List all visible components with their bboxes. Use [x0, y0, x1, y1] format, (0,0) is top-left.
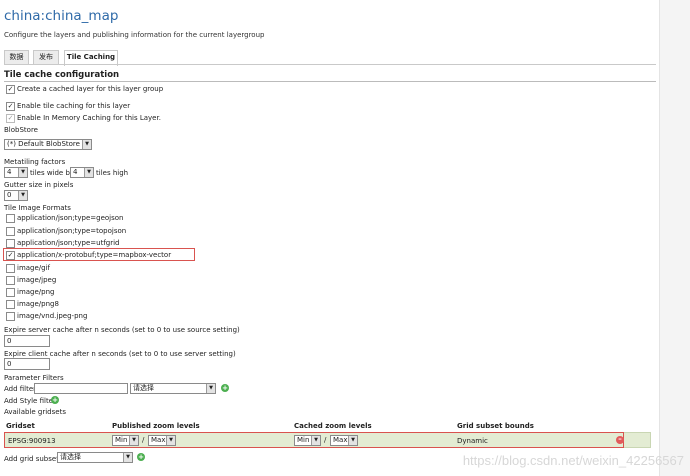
add-grid-subset-select[interactable]: 请选择 ▼ [57, 452, 133, 463]
blobstore-select[interactable]: (*) Default BlobStore ▼ [4, 139, 92, 150]
add-grid-subset-label: Add grid subset: [4, 455, 62, 463]
metatile-wide-value: 4 [7, 168, 12, 176]
format-label-utfgrid: application/json;type=utfgrid [17, 239, 120, 247]
cached-max-value: Max [333, 436, 348, 444]
create-cached-layer-checkbox[interactable]: ✓ [6, 85, 15, 94]
chevron-down-icon: ▼ [18, 168, 27, 177]
tab-divider [4, 64, 656, 65]
format-label-png: image/png [17, 288, 55, 296]
format-checkbox-png8[interactable] [6, 300, 15, 309]
format-label-geojson: application/json;type=geojson [17, 214, 124, 222]
add-grid-subset-value: 请选择 [60, 453, 81, 461]
expire-client-label: Expire client cache after n seconds (set… [4, 350, 236, 358]
plus-circle-icon[interactable]: + [51, 396, 59, 404]
watermark: https://blog.csdn.net/weixin_42256567 [462, 453, 684, 468]
tiles-wide-by-label: tiles wide by [30, 169, 75, 177]
expire-server-label: Expire server cache after n seconds (set… [4, 326, 240, 334]
tiles-high-label: tiles high [96, 169, 129, 177]
published-zoom-header: Published zoom levels [112, 422, 200, 430]
format-label-topojson: application/json;type=topojson [17, 227, 127, 235]
chevron-down-icon: ▼ [123, 453, 132, 462]
format-label-png8: image/png8 [17, 300, 59, 308]
blobstore-value: (*) Default BlobStore [7, 140, 80, 148]
metatile-high-select[interactable]: 4 ▼ [70, 167, 94, 178]
format-checkbox-jpeg[interactable] [6, 276, 15, 285]
enable-tile-caching-checkbox[interactable]: ✓ [6, 102, 15, 111]
chevron-down-icon: ▼ [129, 436, 138, 445]
gutter-select[interactable]: 0 ▼ [4, 190, 28, 201]
format-label-vnd-jpeg-png: image/vnd.jpeg-png [17, 312, 88, 320]
page-title: china:china_map [4, 8, 119, 24]
format-label-jpeg: image/jpeg [17, 276, 57, 284]
format-label-gif: image/gif [17, 264, 51, 272]
chevron-down-icon: ▼ [18, 191, 27, 200]
format-checkbox-gif[interactable] [6, 264, 15, 273]
format-checkbox-utfgrid[interactable] [6, 239, 15, 248]
metatiling-label: Metatiling factors [4, 158, 66, 166]
chevron-down-icon: ▼ [311, 436, 320, 445]
gridset-header: Gridset [6, 422, 35, 430]
add-filter-select[interactable]: 请选择 ▼ [130, 383, 216, 394]
tab-publish[interactable]: 发布 [33, 50, 59, 65]
formats-label: Tile Image Formats [4, 204, 71, 212]
cached-zoom-header: Cached zoom levels [294, 422, 372, 430]
grid-bounds-header: Grid subset bounds [457, 422, 534, 430]
cached-min-value: Min [297, 436, 310, 444]
cached-slash: / [324, 436, 327, 444]
section-divider [4, 81, 656, 82]
format-checkbox-vnd-jpeg-png[interactable] [6, 312, 15, 321]
add-filter-label: Add filter [4, 385, 37, 393]
cached-max-select[interactable]: Max ▼ [330, 435, 358, 446]
gridset-name: EPSG:900913 [8, 437, 56, 445]
format-label-mapbox-vector: application/x-protobuf;type=mapbox-vecto… [17, 251, 172, 259]
gutter-label: Gutter size in pixels [4, 181, 74, 189]
section-title: Tile cache configuration [4, 70, 120, 80]
available-gridsets-label: Available gridsets [4, 408, 66, 416]
metatile-high-value: 4 [73, 168, 78, 176]
page-subtitle: Configure the layers and publishing info… [4, 31, 265, 39]
chevron-down-icon: ▼ [348, 436, 357, 445]
add-style-filter-label: Add Style filter [4, 397, 56, 405]
chevron-down-icon: ▼ [84, 168, 93, 177]
add-filter-select-value: 请选择 [133, 384, 154, 392]
grid-bounds-value: Dynamic [457, 437, 488, 445]
format-checkbox-mapbox-vector[interactable]: ✓ [6, 251, 15, 260]
plus-circle-icon[interactable]: + [221, 384, 229, 392]
expire-server-input[interactable]: 0 [4, 335, 50, 347]
published-min-value: Min [115, 436, 128, 444]
enable-tile-caching-label: Enable tile caching for this layer [17, 102, 131, 110]
chevron-down-icon: ▼ [82, 140, 91, 149]
blobstore-label: BlobStore [4, 126, 38, 134]
format-checkbox-topojson[interactable] [6, 227, 15, 236]
gutter-value: 0 [7, 191, 12, 199]
cached-min-select[interactable]: Min ▼ [294, 435, 321, 446]
in-memory-caching-label: Enable In Memory Caching for this Layer. [17, 114, 161, 122]
published-max-value: Max [151, 436, 166, 444]
right-scroll-panel [659, 0, 690, 476]
format-checkbox-png[interactable] [6, 288, 15, 297]
add-filter-input[interactable] [34, 383, 128, 394]
published-min-select[interactable]: Min ▼ [112, 435, 139, 446]
parameter-filters-label: Parameter Filters [4, 374, 64, 382]
create-cached-layer-label: Create a cached layer for this layer gro… [17, 85, 164, 93]
published-slash: / [142, 436, 145, 444]
chevron-down-icon: ▼ [206, 384, 215, 393]
published-max-select[interactable]: Max ▼ [148, 435, 176, 446]
chevron-down-icon: ▼ [166, 436, 175, 445]
expire-client-input[interactable]: 0 [4, 358, 50, 370]
minus-circle-icon[interactable]: – [616, 436, 624, 444]
in-memory-caching-checkbox[interactable]: ✓ [6, 114, 15, 123]
format-checkbox-geojson[interactable] [6, 214, 15, 223]
tab-data[interactable]: 数据 [4, 50, 29, 65]
plus-circle-icon[interactable]: + [137, 453, 145, 461]
metatile-wide-select[interactable]: 4 ▼ [4, 167, 28, 178]
